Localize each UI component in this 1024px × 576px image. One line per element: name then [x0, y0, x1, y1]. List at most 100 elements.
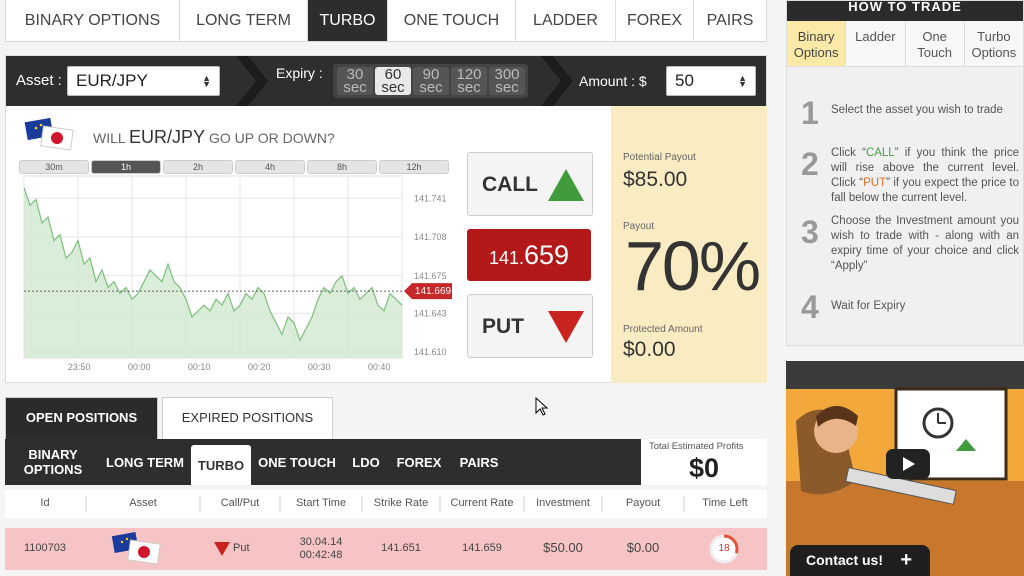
- asset-select[interactable]: EUR/JPY ▲ ▼: [67, 66, 220, 96]
- put-label: PUT: [482, 315, 524, 338]
- subtab-turbo[interactable]: TURBO: [191, 445, 251, 485]
- tab-pairs[interactable]: PAIRS: [694, 0, 766, 41]
- put-arrow-icon: [214, 542, 230, 556]
- current-rate-display: 141.659: [467, 229, 591, 281]
- how-step-1: 1 Select the asset you wish to trade: [801, 95, 1019, 132]
- how-to-trade-panel: HOW TO TRADE Binary Options Ladder One T…: [786, 0, 1024, 346]
- tab-expired-positions[interactable]: EXPIRED POSITIONS: [162, 397, 333, 439]
- total-profits-label: Total Estimated Profits: [649, 441, 744, 452]
- header-dividers: [85, 496, 685, 512]
- tab-forex[interactable]: FOREX: [616, 0, 694, 41]
- total-profits-value: $0: [689, 453, 720, 483]
- put-button[interactable]: PUT: [467, 294, 593, 358]
- row-time-left: 18: [718, 543, 730, 554]
- contact-us-label: Contact us!: [806, 552, 883, 568]
- tab-open-positions[interactable]: OPEN POSITIONS: [5, 397, 158, 439]
- chevron-divider: [236, 56, 268, 106]
- question-suffix: GO UP OR DOWN?: [208, 130, 335, 146]
- step-number: 2: [801, 146, 819, 182]
- y-tick-label: 141.708: [414, 232, 447, 242]
- how-to-trade-title: HOW TO TRADE: [787, 1, 1023, 21]
- protected-amount-label: Protected Amount: [623, 324, 703, 335]
- tab-turbo[interactable]: TURBO: [308, 0, 388, 41]
- subtab-pairs[interactable]: PAIRS: [451, 439, 507, 485]
- position-product-tabs: BINARY OPTIONS LONG TERM TURBO ONE TOUCH…: [5, 439, 641, 485]
- how-tab-one-touch[interactable]: One Touch: [905, 21, 965, 66]
- subtab-long-term[interactable]: LONG TERM: [101, 439, 189, 485]
- potential-payout-label: Potential Payout: [623, 152, 696, 163]
- subtab-binary-options[interactable]: BINARY OPTIONS: [15, 439, 91, 485]
- expiry-option-300[interactable]: 300 sec: [489, 67, 525, 95]
- row-payout: $0.00: [626, 540, 660, 555]
- y-tick-label: 141.643: [414, 308, 447, 318]
- select-arrows-icon: ▲ ▼: [738, 73, 747, 89]
- how-step-4: 4 Wait for Expiry: [801, 289, 1019, 326]
- subtab-forex[interactable]: FOREX: [393, 439, 445, 485]
- positions-table-header: Id Asset Call/Put Start Time Strike Rate…: [5, 490, 767, 518]
- question-asset: EUR/JPY: [129, 127, 206, 147]
- up-arrow-icon: [548, 169, 584, 201]
- question-will: WILL: [93, 130, 126, 146]
- expiry-option-60[interactable]: 60 sec: [375, 67, 411, 95]
- row-start-date: 30.04.14: [299, 536, 343, 548]
- amount-value: 50: [675, 71, 694, 90]
- product-tabs: BINARY OPTIONS LONG TERM TURBO ONE TOUCH…: [5, 0, 767, 42]
- x-tick-label: 23:50: [68, 362, 91, 372]
- how-to-trade-tabs: Binary Options Ladder One Touch Turbo Op…: [787, 21, 1023, 67]
- y-tick-label: 141.741: [414, 193, 447, 203]
- payout-percent: 70%: [625, 227, 761, 305]
- subtab-ldo[interactable]: LDO: [345, 439, 387, 485]
- current-rate-label: 141.669: [415, 286, 452, 297]
- call-label: CALL: [482, 173, 538, 196]
- tab-ladder[interactable]: LADDER: [516, 0, 616, 41]
- call-button[interactable]: CALL: [467, 152, 593, 216]
- tutorial-video[interactable]: [786, 361, 1024, 576]
- rate-main: 659: [523, 240, 570, 270]
- tab-binary-options[interactable]: BINARY OPTIONS: [6, 0, 180, 41]
- amount-select[interactable]: 50 ▲ ▼: [666, 66, 756, 96]
- x-tick-label: 00:00: [128, 362, 151, 372]
- put-keyword: PUT: [863, 177, 887, 189]
- y-tick-label: 141.610: [414, 347, 447, 357]
- subtab-one-touch[interactable]: ONE TOUCH: [255, 439, 339, 485]
- step-number: 4: [801, 289, 819, 325]
- row-id: 1100703: [23, 542, 66, 554]
- call-keyword: CALL: [865, 147, 895, 159]
- amount-label: Amount : $: [579, 73, 647, 89]
- table-row[interactable]: 1100703 Put 30.04.14 00:42:48 141.651 14…: [5, 528, 767, 570]
- protected-amount-value: $0.00: [623, 338, 676, 361]
- eur-jpy-flag-icon: [24, 117, 74, 151]
- row-direction: Put: [233, 542, 250, 554]
- tab-long-term[interactable]: LONG TERM: [180, 0, 308, 41]
- row-start-time: 00:42:48: [299, 549, 343, 561]
- potential-payout-value: $85.00: [623, 168, 688, 191]
- payout-panel: Potential Payout $85.00 Payout 70% Prote…: [611, 106, 767, 383]
- price-chart-svg: 141.741 141.708 141.675 141.643 141.610 23:50…: [23, 175, 456, 372]
- plus-icon: +: [900, 549, 912, 571]
- row-strike-rate: 141.651: [381, 542, 421, 554]
- expiry-option-120[interactable]: 120 sec: [451, 67, 487, 95]
- x-tick-label: 00:20: [248, 362, 271, 372]
- how-tab-turbo-options[interactable]: Turbo Options: [964, 21, 1023, 66]
- total-profits: Total Estimated Profits $0: [641, 439, 767, 485]
- contact-us-button[interactable]: Contact us! +: [790, 545, 930, 576]
- row-investment: $50.00: [543, 540, 583, 555]
- eur-jpy-flag-icon: [111, 532, 161, 565]
- how-step-3: 3 Choose the Investment amount you wish …: [801, 214, 1019, 274]
- tab-one-touch[interactable]: ONE TOUCH: [388, 0, 516, 41]
- direction-question: WILL EUR/JPY GO UP OR DOWN?: [93, 127, 335, 148]
- expiry-option-30[interactable]: 30 sec: [337, 67, 373, 95]
- x-tick-label: 00:30: [308, 362, 331, 372]
- how-tab-binary-options[interactable]: Binary Options: [787, 21, 847, 66]
- expiry-option-90[interactable]: 90 sec: [413, 67, 449, 95]
- expiry-unit: sec: [457, 79, 481, 96]
- expiry-unit: sec: [343, 79, 367, 96]
- asset-value: EUR/JPY: [76, 71, 148, 90]
- x-tick-label: 00:10: [188, 362, 211, 372]
- expiry-unit: sec: [419, 79, 443, 96]
- step-text: Wait for Expiry: [831, 300, 906, 312]
- how-tab-ladder[interactable]: Ladder: [846, 21, 906, 66]
- chevron-divider: [541, 56, 573, 106]
- price-chart: 141.741 141.708 141.675 141.643 141.610 23:50…: [22, 156, 456, 376]
- asset-label: Asset :: [16, 72, 62, 89]
